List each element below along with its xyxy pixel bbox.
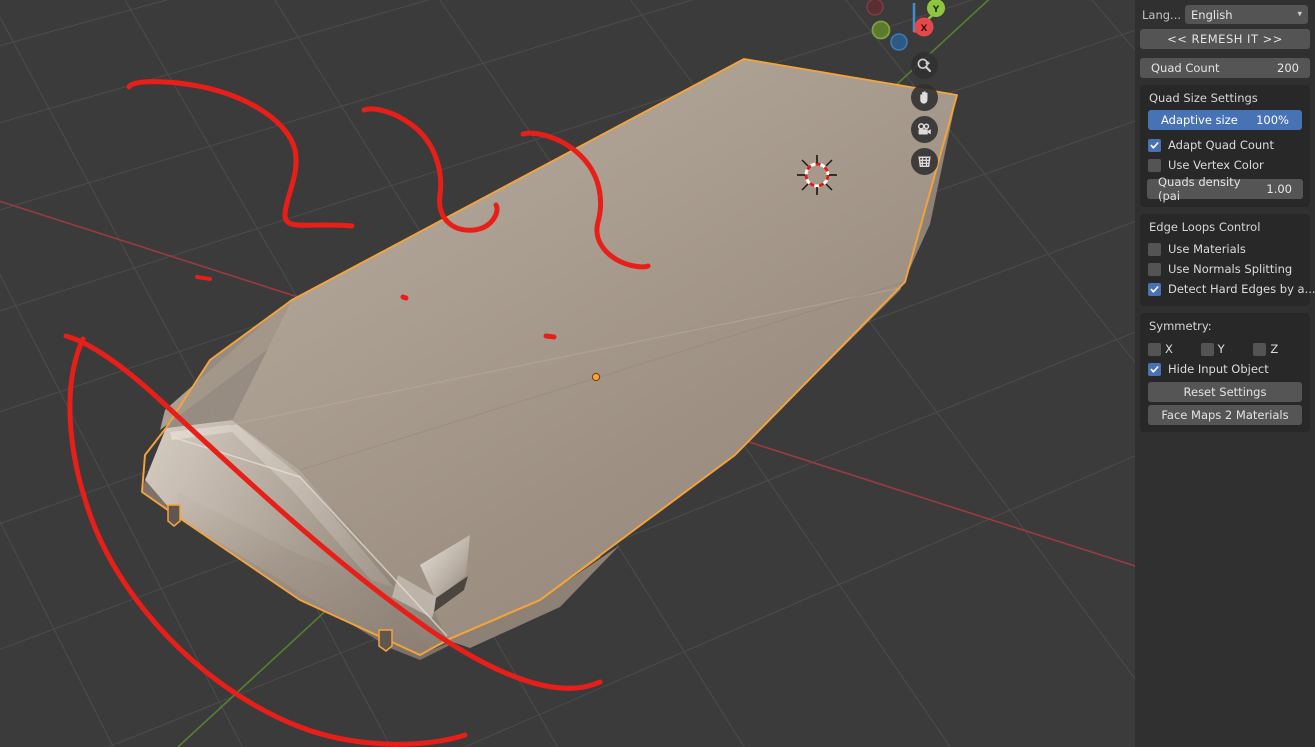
use-vertex-color-checkbox[interactable] <box>1148 158 1161 172</box>
blender-window: Y X Lang... English ▾ << REMESH IT >> Qu… <box>0 0 1315 747</box>
detect-hard-edges-row[interactable]: Detect Hard Edges by a... <box>1146 279 1315 299</box>
remesh-sidebar-panel: Lang... English ▾ << REMESH IT >> Quad C… <box>1135 0 1315 747</box>
symmetry-y-label: Y <box>1217 342 1225 356</box>
gizmo-ball-neg-y <box>871 20 891 40</box>
adapt-quad-count-checkbox[interactable] <box>1148 138 1161 152</box>
quad-count-label: Quad Count <box>1151 61 1220 75</box>
detect-hard-edges-label: Detect Hard Edges by a... <box>1168 282 1315 296</box>
symmetry-y-checkbox[interactable] <box>1200 342 1214 356</box>
edge-loops-control-panel: Edge Loops Control Use Materials Use Nor… <box>1140 214 1315 306</box>
hide-input-object-checkbox[interactable] <box>1148 362 1161 376</box>
language-dropdown[interactable]: English ▾ <box>1185 5 1308 24</box>
language-label: Lang... <box>1142 7 1182 22</box>
language-row: Lang... English ▾ <box>1139 3 1311 28</box>
grid-icon[interactable] <box>911 148 938 175</box>
symmetry-axes-row: X Y Z <box>1146 338 1304 359</box>
adaptive-size-value: 100% <box>1256 113 1289 127</box>
adapt-quad-count-label: Adapt Quad Count <box>1168 138 1274 152</box>
quad-size-settings-panel: Quad Size Settings Adaptive size 100% Ad… <box>1140 85 1310 207</box>
viewport-canvas <box>0 0 1135 747</box>
mesh-foot-left <box>167 504 181 527</box>
object-origin <box>591 372 601 382</box>
adaptive-size-label: Adaptive size <box>1161 113 1238 127</box>
quad-size-settings-title: Quad Size Settings <box>1149 91 1258 105</box>
chevron-down-icon: ▾ <box>1297 9 1302 19</box>
symmetry-z-label: Z <box>1270 342 1279 356</box>
adapt-quad-count-row[interactable]: Adapt Quad Count <box>1146 135 1304 155</box>
svg-text:X: X <box>921 24 928 34</box>
language-value: English <box>1191 7 1233 22</box>
quads-density-field[interactable]: Quads density (pai 1.00 <box>1147 175 1303 203</box>
reset-settings-button[interactable]: Reset Settings <box>1148 382 1302 402</box>
symmetry-z-checkbox[interactable] <box>1253 342 1267 356</box>
face-maps-2-materials-button[interactable]: Face Maps 2 Materials <box>1148 405 1302 425</box>
viewport-tool-strip[interactable] <box>911 52 938 175</box>
hide-input-object-label: Hide Input Object <box>1168 362 1269 376</box>
remesh-it-button[interactable]: << REMESH IT >> <box>1140 29 1310 49</box>
3d-viewport[interactable]: Y X <box>0 0 1135 747</box>
quad-count-field[interactable]: Quad Count 200 <box>1140 58 1310 78</box>
use-materials-label: Use Materials <box>1168 242 1246 256</box>
use-normals-splitting-row[interactable]: Use Normals Splitting <box>1146 259 1304 279</box>
edge-loops-control-title: Edge Loops Control <box>1149 220 1261 234</box>
navigation-gizmo[interactable]: Y X <box>859 0 955 60</box>
hand-icon[interactable] <box>911 84 938 111</box>
symmetry-x-label: X <box>1165 342 1173 356</box>
use-materials-checkbox[interactable] <box>1148 242 1161 256</box>
symmetry-title: Symmetry: <box>1149 319 1212 333</box>
use-materials-row[interactable]: Use Materials <box>1146 239 1304 259</box>
symmetry-y-item[interactable]: Y <box>1200 342 1250 356</box>
quads-density-label: Quads density (pai <box>1158 175 1241 203</box>
svg-text:Y: Y <box>932 5 940 15</box>
quad-count-value: 200 <box>1277 61 1299 75</box>
detect-hard-edges-checkbox[interactable] <box>1148 282 1161 296</box>
quads-density-value: 1.00 <box>1266 182 1292 196</box>
use-normals-splitting-label: Use Normals Splitting <box>1168 262 1293 276</box>
use-vertex-color-row[interactable]: Use Vertex Color <box>1146 155 1304 175</box>
mesh-foot-front <box>378 629 393 652</box>
symmetry-panel: Symmetry: X Y Z Hide Input Object Reset … <box>1140 313 1310 432</box>
use-vertex-color-label: Use Vertex Color <box>1168 158 1264 172</box>
gizmo-ball-neg-z <box>890 33 908 51</box>
gizmo-ball-neg-x <box>866 0 884 16</box>
zoom-icon[interactable] <box>911 52 938 79</box>
symmetry-x-item[interactable]: X <box>1148 342 1197 356</box>
symmetry-x-checkbox[interactable] <box>1148 342 1161 356</box>
hide-input-object-row[interactable]: Hide Input Object <box>1146 359 1304 379</box>
symmetry-z-item[interactable]: Z <box>1253 342 1302 356</box>
camera-icon[interactable] <box>911 116 938 143</box>
use-normals-splitting-checkbox[interactable] <box>1148 262 1161 276</box>
adaptive-size-slider[interactable]: Adaptive size 100% <box>1148 110 1302 130</box>
